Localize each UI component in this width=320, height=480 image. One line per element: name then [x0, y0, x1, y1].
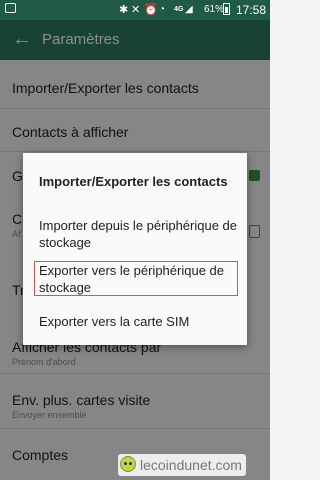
wifi-icon: ◔	[159, 4, 166, 15]
battery-icon	[223, 3, 230, 15]
watermark: lecoindunet.com	[118, 454, 246, 476]
clock: 17:58	[236, 3, 267, 17]
watermark-text: lecoindunet.com	[140, 457, 242, 473]
notification-icon	[5, 3, 16, 13]
dialog-title: Importer/Exporter les contacts	[39, 174, 228, 189]
mute-icon: ✕	[131, 4, 141, 16]
smiley-logo-icon	[120, 456, 136, 472]
signal-icon: ◢	[185, 4, 193, 15]
dialog-option-import-storage[interactable]: Importer depuis le périphérique de stock…	[39, 217, 239, 251]
import-export-dialog: Importer/Exporter les contacts Importer …	[23, 153, 247, 345]
alarm-icon: ⏰	[144, 4, 158, 16]
network-type: 4G	[174, 6, 184, 13]
dialog-option-export-storage[interactable]: Exporter vers le périphérique de stockag…	[39, 262, 239, 296]
battery-percent: 61%	[204, 4, 225, 15]
bluetooth-icon: ✱	[119, 4, 129, 16]
dialog-option-export-sim[interactable]: Exporter vers la carte SIM	[39, 313, 239, 330]
status-bar: ✱ ✕ ⏰ ◔ 4G ◢ 61% 17:58	[0, 0, 270, 20]
